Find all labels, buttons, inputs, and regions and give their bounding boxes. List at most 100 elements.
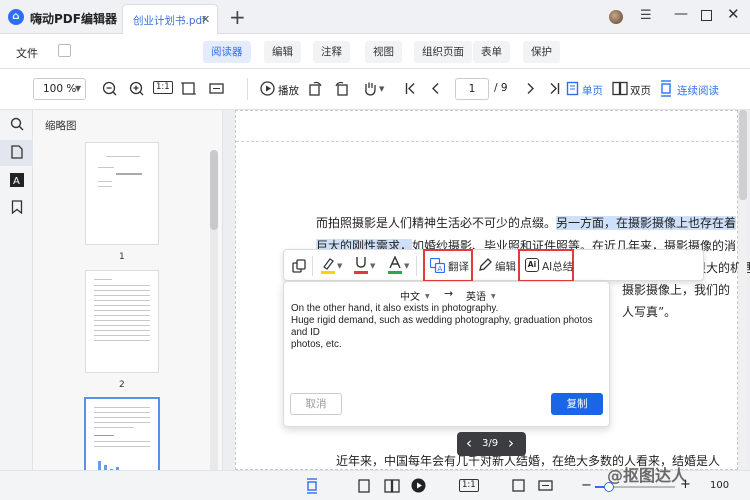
single-page-icon[interactable] xyxy=(566,81,579,96)
zoom-slider[interactable] xyxy=(595,482,675,492)
thumbnail-scrollbar[interactable] xyxy=(210,150,218,495)
first-page-icon[interactable] xyxy=(405,82,417,95)
play-label[interactable]: 播放 xyxy=(278,83,299,98)
chevron-down-icon[interactable]: ▼ xyxy=(491,293,496,300)
avatar[interactable] xyxy=(609,10,623,24)
page-number-input[interactable]: 1 xyxy=(455,78,489,100)
rotate-right-icon[interactable] xyxy=(334,80,349,97)
document-tab[interactable]: 创业计划书.pdf ✕ xyxy=(122,4,218,34)
ai-summary-icon[interactable]: Ai xyxy=(525,258,539,272)
fit-page-icon[interactable] xyxy=(511,478,526,493)
source-language-select[interactable]: 中文 xyxy=(400,288,420,303)
page-thumbnail-1[interactable] xyxy=(85,142,159,245)
cancel-button[interactable]: 取消 xyxy=(290,393,342,415)
file-menu[interactable]: 文件 xyxy=(16,45,38,61)
tab-edit[interactable]: 编辑 xyxy=(264,41,301,63)
underline-icon[interactable] xyxy=(354,256,368,274)
text-color-icon[interactable] xyxy=(388,256,402,274)
new-tab-button[interactable]: + xyxy=(229,5,246,29)
tab-form[interactable]: 表单 xyxy=(473,41,510,63)
hand-tool-icon[interactable] xyxy=(362,80,378,97)
chevron-down-icon[interactable]: ▼ xyxy=(379,85,384,93)
app-name: 嗨动PDF编辑器 xyxy=(30,12,117,26)
fit-width-icon[interactable] xyxy=(209,81,224,96)
search-icon[interactable] xyxy=(10,117,24,131)
svg-text:A: A xyxy=(13,176,20,187)
target-language-select[interactable]: 英语 xyxy=(466,288,486,303)
translation-result[interactable]: On the other hand, it also exists in pho… xyxy=(291,303,603,351)
copy-icon[interactable] xyxy=(292,259,306,273)
thumbnail-page-number: 1 xyxy=(119,252,125,262)
page-navigator: ‹ 3/9 › xyxy=(457,432,526,456)
continuous-read-icon[interactable] xyxy=(305,478,319,494)
text-format-icon[interactable]: A xyxy=(10,173,24,187)
chevron-down-icon[interactable]: ▼ xyxy=(425,293,430,300)
selection-toolbar: ▼ ▼ ▼ A 翻译 编辑 Ai AI总结 xyxy=(283,249,704,282)
edit-label[interactable]: 编辑 xyxy=(495,259,516,274)
previous-page-icon[interactable] xyxy=(431,82,441,95)
single-page-label[interactable]: 单页 xyxy=(582,83,603,98)
edit-icon[interactable] xyxy=(478,258,492,272)
fit-page-icon[interactable] xyxy=(181,81,196,96)
tab-close-icon[interactable]: ✕ xyxy=(201,13,210,26)
menu-bar: 文件 阅读器 编辑 注释 视图 组织页面 表单 保护 xyxy=(0,34,750,69)
zoom-out-icon[interactable] xyxy=(102,81,117,96)
tab-reader[interactable]: 阅读器 xyxy=(203,41,251,63)
fit-width-icon[interactable] xyxy=(538,478,553,493)
next-page-icon[interactable] xyxy=(525,82,535,95)
thumbnail-panel-title: 缩略图 xyxy=(45,120,77,132)
document-line: 摄影摄像上，我们的 xyxy=(622,283,731,297)
watermark: @抠图达人 xyxy=(607,466,688,485)
scrollbar-thumb[interactable] xyxy=(739,110,747,200)
zoom-value: 100 % xyxy=(43,83,77,95)
thumbnail-page-number: 2 xyxy=(119,380,125,390)
page-thumbnail-2[interactable] xyxy=(85,270,159,373)
tab-annotate[interactable]: 注释 xyxy=(313,41,350,63)
page-thumbnail-icon[interactable] xyxy=(11,145,23,159)
play-icon[interactable] xyxy=(411,478,426,493)
app-logo-icon: ⌂ xyxy=(8,9,24,25)
actual-size-button[interactable]: 1:1 xyxy=(459,479,479,492)
translate-icon[interactable]: A xyxy=(430,258,445,273)
tab-organize-pages[interactable]: 组织页面 xyxy=(414,41,472,63)
chevron-down-icon[interactable]: ▼ xyxy=(337,262,342,270)
translate-label[interactable]: 翻译 xyxy=(448,259,469,274)
last-page-icon[interactable] xyxy=(548,82,560,95)
document-scrollbar[interactable] xyxy=(739,110,747,470)
minimize-window-button[interactable]: — xyxy=(674,6,688,22)
bookmark-icon[interactable] xyxy=(11,200,23,214)
rotate-left-icon[interactable] xyxy=(308,80,323,97)
arrow-right-icon: → xyxy=(444,287,454,300)
zoom-in-icon[interactable] xyxy=(129,81,144,96)
copy-button[interactable]: 复制 xyxy=(551,393,603,415)
play-icon[interactable] xyxy=(260,81,275,96)
page-indicator: 3/9 xyxy=(482,438,499,449)
chevron-down-icon[interactable]: ▼ xyxy=(404,262,409,270)
thumbnail-panel: 缩略图 1 2 xyxy=(33,110,223,500)
save-icon[interactable] xyxy=(58,44,71,57)
close-window-button[interactable]: ✕ xyxy=(727,5,740,23)
single-page-icon[interactable] xyxy=(358,479,370,493)
chevron-down-icon: ▼ xyxy=(75,84,82,93)
document-line: 人写真”。 xyxy=(622,305,677,319)
tab-view[interactable]: 视图 xyxy=(365,41,402,63)
double-page-icon[interactable] xyxy=(384,479,400,493)
zoom-out-button[interactable]: − xyxy=(581,478,592,493)
zoom-select[interactable]: 100 % ▼ xyxy=(33,78,86,100)
previous-page-button[interactable]: ‹ xyxy=(466,434,472,452)
continuous-read-icon[interactable] xyxy=(659,80,673,97)
chevron-down-icon[interactable]: ▼ xyxy=(370,262,375,270)
highlighter-icon[interactable] xyxy=(321,256,335,274)
scrollbar-thumb[interactable] xyxy=(210,150,218,230)
maximize-window-button[interactable] xyxy=(701,10,712,21)
double-page-label[interactable]: 双页 xyxy=(630,83,651,98)
ai-summary-label[interactable]: AI总结 xyxy=(542,259,573,274)
next-page-button[interactable]: › xyxy=(508,434,514,452)
double-page-icon[interactable] xyxy=(612,81,628,96)
svg-text:A: A xyxy=(438,265,443,273)
left-rail: A xyxy=(0,110,33,500)
tab-protect[interactable]: 保护 xyxy=(523,41,560,63)
actual-size-button[interactable]: 1:1 xyxy=(153,81,173,94)
continuous-read-label[interactable]: 连续阅读 xyxy=(677,83,719,98)
hamburger-menu-icon[interactable]: ☰ xyxy=(640,8,652,23)
